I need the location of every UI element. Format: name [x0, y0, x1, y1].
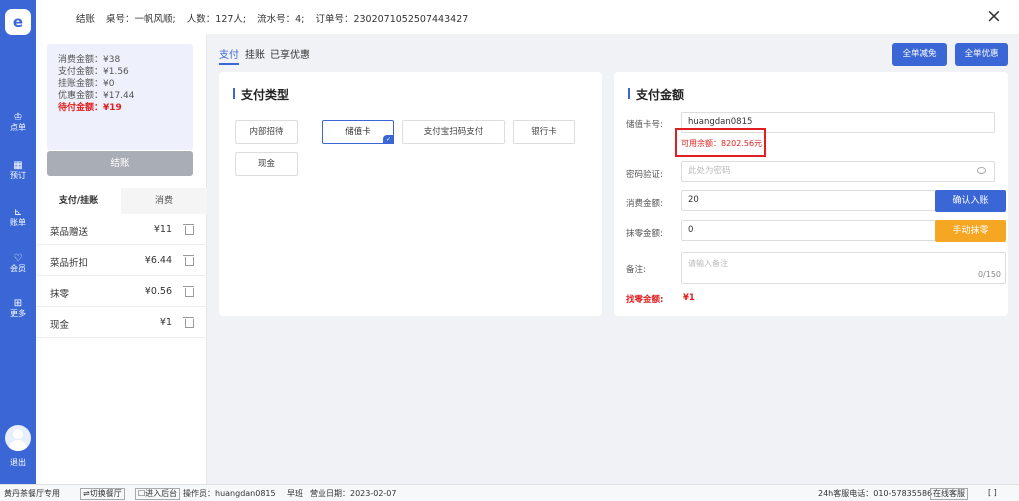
- confirm-post-button[interactable]: 确认入账: [935, 190, 1006, 212]
- list-item: 菜品折扣 ¥6.44: [36, 246, 207, 276]
- status-bar: 黄丹茶餐厅专用 ⇌切换餐厅 ☐进入后台 操作员：huangdan0815 早班 …: [0, 484, 1019, 501]
- business-date: 营业日期：2023-02-07: [310, 489, 397, 498]
- payment-amount: ¥11: [153, 224, 172, 235]
- nav-item-label: 更多: [10, 309, 26, 318]
- pay-type-title: 支付类型: [233, 86, 289, 103]
- pay-option-label: 储值卡: [345, 127, 371, 137]
- crown-icon: ♔: [13, 112, 23, 123]
- password-label: 密码验证:: [626, 170, 663, 180]
- guest-count: 人数：127人;: [186, 14, 247, 25]
- nav-item-label: 预订: [10, 171, 26, 180]
- payment-name: 抹零: [50, 289, 70, 300]
- restaurant-name: 黄丹茶餐厅专用: [4, 489, 60, 498]
- table-number: 桌号：一帆风顺;: [106, 14, 176, 25]
- nav-item-bills[interactable]: ⊾ 账单: [0, 207, 36, 228]
- serial-number: 流水号：4;: [257, 14, 305, 25]
- trash-icon[interactable]: [183, 315, 194, 328]
- nav-item-order[interactable]: ♔ 点单: [0, 112, 36, 133]
- pay-option-stored-card[interactable]: 储值卡 ✓: [322, 120, 394, 144]
- pay-option-cash[interactable]: 现金: [235, 152, 298, 176]
- payment-name: 菜品折扣: [50, 258, 89, 269]
- pay-amount-title: 支付金额: [628, 86, 684, 103]
- whole-discount-button[interactable]: 全单优惠: [955, 43, 1008, 66]
- nav-item-label: 会员: [10, 264, 26, 273]
- tab-discounts[interactable]: 已享优惠: [270, 46, 310, 61]
- switch-restaurant-button[interactable]: ⇌切换餐厅: [80, 488, 125, 500]
- calendar-icon: ▦: [13, 160, 23, 171]
- tab-pay[interactable]: 支付: [219, 46, 239, 65]
- order-info: 结账 桌号：一帆风顺; 人数：127人; 流水号：4; 订单号：23020710…: [76, 11, 476, 25]
- available-balance: 可用余额：8202.56元: [675, 128, 766, 157]
- consume-label: 消费金额:: [626, 199, 663, 209]
- password-placeholder: 此处为密码: [688, 166, 731, 176]
- service-hotline: 24h客服电话：010-57835586: [818, 489, 933, 498]
- tab-payment-credit[interactable]: 支付/挂账: [36, 188, 121, 214]
- side-nav: e ♔ 点单 ▦ 预订 ⊾ 账单 ♡ 会员 ⊞ 更多 退出: [0, 0, 36, 484]
- pay-type-card: 支付类型 内部招待 储值卡 ✓ 支付宝扫码支付 银行卡 现金: [219, 72, 602, 316]
- credit-amount: 挂账金额：¥0: [58, 79, 115, 89]
- consume-amount-field[interactable]: 20: [681, 190, 936, 211]
- payment-name: 现金: [50, 320, 70, 331]
- payment-amount: ¥6.44: [144, 255, 172, 266]
- logout-button[interactable]: 退出: [0, 458, 36, 468]
- pay-option-alipay[interactable]: 支付宝扫码支付: [402, 120, 505, 144]
- close-icon[interactable]: ×: [982, 4, 1006, 28]
- nav-item-member[interactable]: ♡ 会员: [0, 253, 36, 274]
- pay-option-bank-card[interactable]: 银行卡: [513, 120, 575, 144]
- whole-reduce-button[interactable]: 全单减免: [892, 43, 947, 66]
- trash-icon[interactable]: [183, 253, 194, 266]
- note-placeholder: 请输入备注: [688, 259, 728, 268]
- grid-icon: ⊞: [13, 298, 23, 309]
- tab-consume[interactable]: 消费: [121, 188, 207, 214]
- round-off-field[interactable]: 0: [681, 220, 936, 241]
- eye-icon[interactable]: [977, 167, 986, 174]
- payment-amount: ¥1: [159, 317, 172, 328]
- expand-icon[interactable]: [ ]: [988, 488, 997, 497]
- paid-amount: 支付金额：¥1.56: [58, 67, 129, 77]
- online-service-button[interactable]: 在线客服: [930, 488, 968, 500]
- trash-icon[interactable]: [183, 222, 194, 235]
- amount-summary: 消费金额：¥38 支付金额：¥1.56 挂账金额：¥0 优惠金额：¥17.44 …: [47, 44, 193, 150]
- list-item: 抹零 ¥0.56: [36, 277, 207, 307]
- change-amount: ¥1: [683, 293, 695, 303]
- nav-item-label: 账单: [10, 218, 26, 227]
- password-field[interactable]: 此处为密码: [681, 161, 995, 182]
- list-item: 菜品赠送 ¥11: [36, 215, 207, 245]
- card-number-label: 储值卡号:: [626, 120, 663, 130]
- pay-amount-card: 支付金额 储值卡号: huangdan0815 可用余额：8202.56元 密码…: [614, 72, 1008, 316]
- note-field[interactable]: 请输入备注 0/150: [681, 252, 1006, 284]
- app-logo: e: [5, 9, 31, 35]
- nav-item-reserve[interactable]: ▦ 预订: [0, 160, 36, 181]
- manual-round-off-button[interactable]: 手动抹零: [935, 220, 1006, 242]
- trash-icon[interactable]: [183, 284, 194, 297]
- check-icon: ✓: [383, 135, 394, 144]
- chart-icon: ⊾: [13, 207, 23, 218]
- payment-name: 菜品赠送: [50, 227, 89, 238]
- settle-button[interactable]: 结账: [47, 151, 193, 176]
- pay-option-internal[interactable]: 内部招待: [235, 120, 298, 144]
- order-summary-panel: 消费金额：¥38 支付金额：¥1.56 挂账金额：¥0 优惠金额：¥17.44 …: [36, 34, 207, 484]
- change-label: 找零金额:: [626, 295, 664, 305]
- enter-backend-button[interactable]: ☐进入后台: [135, 488, 181, 500]
- operator: 操作员：huangdan0815: [183, 489, 276, 498]
- due-amount: 待付金额：¥19: [58, 103, 122, 113]
- left-tabs: 支付/挂账 消费: [36, 188, 207, 214]
- header: 结账 桌号：一帆风顺; 人数：127人; 流水号：4; 订单号：23020710…: [36, 0, 1019, 34]
- payment-amount: ¥0.56: [144, 286, 172, 297]
- page-title: 结账: [76, 14, 96, 25]
- nav-item-label: 点单: [10, 123, 26, 132]
- discount-amount: 优惠金额：¥17.44: [58, 91, 135, 101]
- round-off-label: 抹零金额:: [626, 229, 663, 239]
- nav-item-more[interactable]: ⊞ 更多: [0, 298, 36, 319]
- avatar[interactable]: [5, 425, 31, 451]
- note-char-count: 0/150: [977, 270, 1001, 279]
- list-item: 现金 ¥1: [36, 308, 207, 338]
- order-number: 订单号：2302071052507443427: [315, 14, 469, 25]
- note-label: 备注:: [626, 265, 646, 275]
- heart-icon: ♡: [13, 253, 23, 264]
- shift: 早班: [287, 489, 303, 498]
- consume-amount: 消费金额：¥38: [58, 55, 121, 65]
- tab-credit[interactable]: 挂账: [245, 46, 265, 61]
